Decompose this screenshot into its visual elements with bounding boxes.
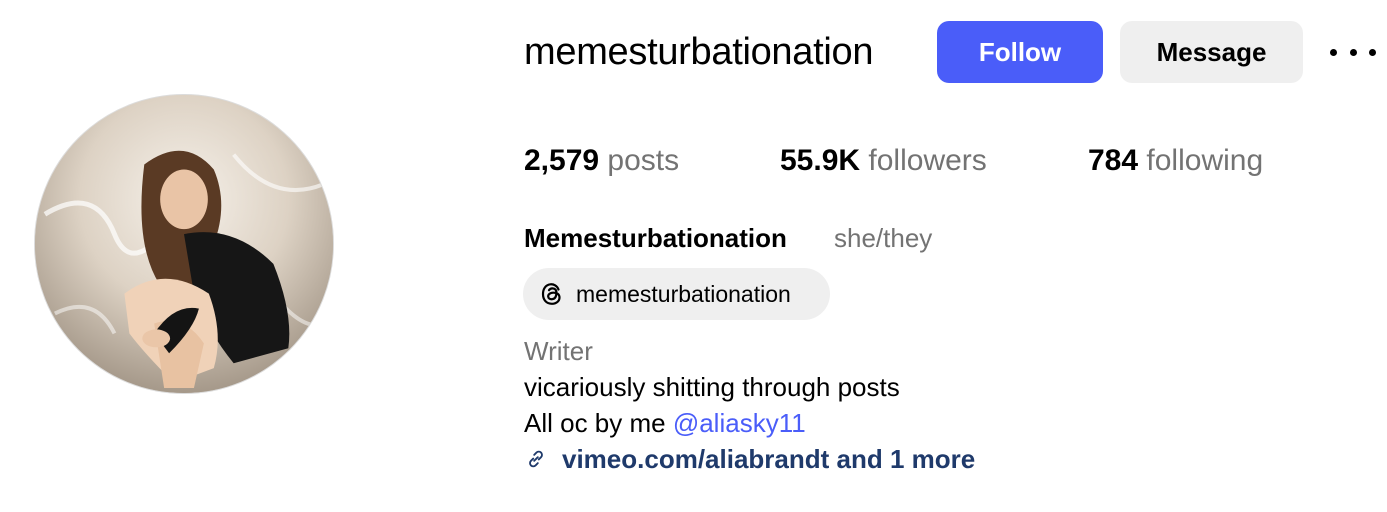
profile-pronouns: she/they bbox=[834, 223, 933, 253]
threads-badge-link[interactable]: memesturbationation bbox=[523, 268, 830, 320]
followers-link[interactable]: 55.9K followers bbox=[780, 142, 987, 180]
following-count-label: following bbox=[1146, 144, 1264, 177]
bio-text: All oc by me bbox=[524, 408, 673, 438]
external-link-text: vimeo.com/aliabrandt and 1 more bbox=[562, 444, 976, 474]
threads-icon bbox=[537, 279, 567, 309]
profile-full-name: Memesturbationation bbox=[524, 223, 787, 253]
following-count-value: 784 bbox=[1088, 144, 1139, 177]
external-link[interactable]: vimeo.com/aliabrandt and 1 more bbox=[524, 442, 975, 476]
profile-photo bbox=[35, 95, 333, 393]
more-dot bbox=[1369, 48, 1376, 56]
message-button[interactable]: Message bbox=[1120, 21, 1303, 83]
follow-button[interactable]: Follow bbox=[937, 21, 1103, 83]
following-link[interactable]: 784 following bbox=[1088, 142, 1263, 180]
followers-count-value: 55.9K bbox=[780, 144, 861, 177]
bio-line: vicariously shitting through posts bbox=[524, 372, 900, 402]
threads-handle: memesturbationation bbox=[576, 281, 791, 307]
bio-line: All oc by me @aliasky11 bbox=[524, 406, 806, 440]
profile-category: Writer bbox=[524, 336, 593, 366]
link-icon bbox=[524, 447, 548, 471]
followers-count-label: followers bbox=[868, 144, 987, 177]
more-dot bbox=[1349, 48, 1357, 56]
posts-count-label: posts bbox=[607, 144, 680, 177]
bio-mention-link[interactable]: @aliasky11 bbox=[673, 408, 806, 438]
posts-count: 2,579 posts bbox=[524, 142, 679, 180]
more-options-icon[interactable] bbox=[1330, 36, 1376, 68]
more-dot bbox=[1330, 48, 1337, 56]
profile-username: memesturbationation bbox=[524, 31, 874, 73]
posts-count-value: 2,579 bbox=[524, 144, 600, 177]
avatar[interactable] bbox=[34, 94, 334, 394]
